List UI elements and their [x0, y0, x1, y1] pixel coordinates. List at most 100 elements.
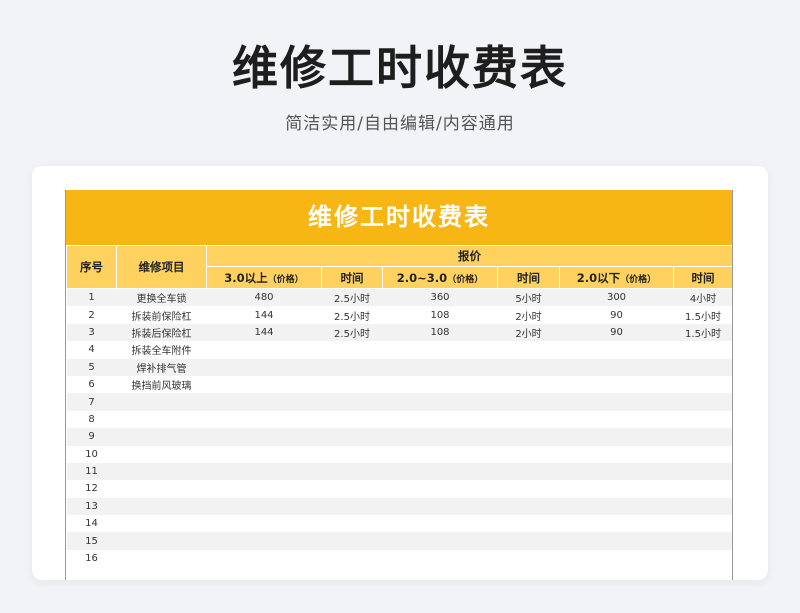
cell-price-1[interactable] [206, 445, 322, 463]
cell-time-1[interactable]: 2.5小时 [321, 288, 383, 307]
cell-seq[interactable]: 9 [66, 428, 117, 446]
cell-time-3[interactable] [673, 497, 732, 516]
cell-time-2[interactable] [497, 428, 560, 446]
cell-price-1[interactable]: 144 [206, 306, 322, 324]
cell-time-2[interactable] [497, 358, 560, 376]
cell-price-1[interactable] [206, 515, 322, 533]
cell-price-2[interactable] [382, 393, 498, 411]
cell-price-1[interactable] [206, 428, 322, 446]
cell-time-2[interactable] [497, 375, 560, 394]
cell-price-1[interactable] [206, 480, 322, 498]
cell-price-3[interactable] [559, 445, 674, 463]
cell-time-2[interactable]: 2小时 [497, 323, 560, 342]
cell-time-1[interactable] [321, 410, 383, 429]
cell-seq[interactable]: 6 [66, 375, 117, 394]
cell-item[interactable]: 拆装后保险杠 [116, 323, 207, 342]
cell-seq[interactable]: 10 [66, 445, 117, 463]
cell-price-3[interactable] [559, 358, 674, 376]
cell-item[interactable]: 更换全车锁 [116, 288, 207, 307]
cell-time-1[interactable] [321, 462, 383, 481]
cell-price-2[interactable] [382, 375, 498, 394]
cell-price-2[interactable]: 108 [382, 323, 498, 342]
cell-price-3[interactable] [559, 480, 674, 498]
cell-time-1[interactable]: 2.5小时 [321, 323, 383, 342]
cell-time-2[interactable] [497, 497, 560, 516]
cell-time-3[interactable]: 4小时 [673, 288, 732, 307]
cell-time-2[interactable] [497, 532, 560, 550]
cell-price-2[interactable] [382, 428, 498, 446]
cell-time-2[interactable] [497, 515, 560, 533]
cell-price-2[interactable] [382, 515, 498, 533]
cell-price-3[interactable] [559, 515, 674, 533]
cell-price-2[interactable] [382, 462, 498, 481]
cell-item[interactable] [116, 497, 207, 516]
cell-seq[interactable]: 2 [66, 306, 117, 324]
cell-time-1[interactable] [321, 549, 383, 568]
cell-seq[interactable]: 4 [66, 341, 117, 359]
cell-seq[interactable]: 3 [66, 323, 117, 342]
cell-price-3[interactable] [559, 410, 674, 429]
cell-time-1[interactable] [321, 341, 383, 359]
cell-price-3[interactable] [559, 393, 674, 411]
cell-seq[interactable]: 7 [66, 393, 117, 411]
cell-time-2[interactable] [497, 341, 560, 359]
cell-seq[interactable]: 5 [66, 358, 117, 376]
cell-seq[interactable]: 11 [66, 462, 117, 481]
cell-price-3[interactable] [559, 428, 674, 446]
cell-price-3[interactable]: 90 [559, 323, 674, 342]
cell-seq[interactable]: 8 [66, 410, 117, 429]
cell-price-2[interactable]: 360 [382, 288, 498, 307]
cell-item[interactable] [116, 549, 207, 568]
cell-item[interactable] [116, 393, 207, 411]
cell-time-1[interactable] [321, 358, 383, 376]
cell-item[interactable] [116, 480, 207, 498]
cell-price-1[interactable] [206, 532, 322, 550]
cell-price-3[interactable] [559, 532, 674, 550]
cell-price-3[interactable] [559, 462, 674, 481]
cell-time-2[interactable]: 2小时 [497, 306, 560, 324]
cell-seq[interactable]: 15 [66, 532, 117, 550]
cell-price-1[interactable]: 144 [206, 323, 322, 342]
cell-price-1[interactable] [206, 497, 322, 516]
cell-price-1[interactable] [206, 375, 322, 394]
cell-price-3[interactable] [559, 497, 674, 516]
cell-time-2[interactable] [497, 462, 560, 481]
cell-time-2[interactable] [497, 480, 560, 498]
cell-price-3[interactable]: 300 [559, 288, 674, 307]
cell-price-2[interactable] [382, 497, 498, 516]
cell-item[interactable] [116, 428, 207, 446]
cell-price-2[interactable] [382, 480, 498, 498]
cell-time-3[interactable] [673, 375, 732, 394]
cell-time-3[interactable]: 1.5小时 [673, 306, 732, 324]
cell-time-3[interactable] [673, 462, 732, 481]
cell-time-3[interactable] [673, 358, 732, 376]
cell-item[interactable] [116, 462, 207, 481]
cell-price-3[interactable]: 90 [559, 306, 674, 324]
cell-price-3[interactable] [559, 375, 674, 394]
cell-time-1[interactable]: 2.5小时 [321, 306, 383, 324]
cell-time-1[interactable] [321, 445, 383, 463]
cell-price-2[interactable] [382, 341, 498, 359]
cell-time-1[interactable] [321, 428, 383, 446]
cell-time-1[interactable] [321, 480, 383, 498]
cell-seq[interactable]: 13 [66, 497, 117, 516]
cell-price-3[interactable] [559, 549, 674, 568]
cell-time-2[interactable]: 5小时 [497, 288, 560, 307]
cell-price-1[interactable] [206, 393, 322, 411]
cell-item[interactable]: 焊补排气管 [116, 358, 207, 376]
cell-time-3[interactable] [673, 480, 732, 498]
cell-item[interactable]: 拆装全车附件 [116, 341, 207, 359]
cell-price-2[interactable] [382, 532, 498, 550]
cell-item[interactable] [116, 532, 207, 550]
cell-seq[interactable]: 12 [66, 480, 117, 498]
cell-time-3[interactable]: 1.5小时 [673, 323, 732, 342]
cell-time-3[interactable] [673, 515, 732, 533]
cell-time-2[interactable] [497, 549, 560, 568]
cell-price-2[interactable] [382, 410, 498, 429]
cell-time-2[interactable] [497, 410, 560, 429]
cell-item[interactable] [116, 515, 207, 533]
cell-price-2[interactable]: 108 [382, 306, 498, 324]
cell-time-3[interactable] [673, 445, 732, 463]
cell-time-3[interactable] [673, 410, 732, 429]
cell-price-3[interactable] [559, 341, 674, 359]
